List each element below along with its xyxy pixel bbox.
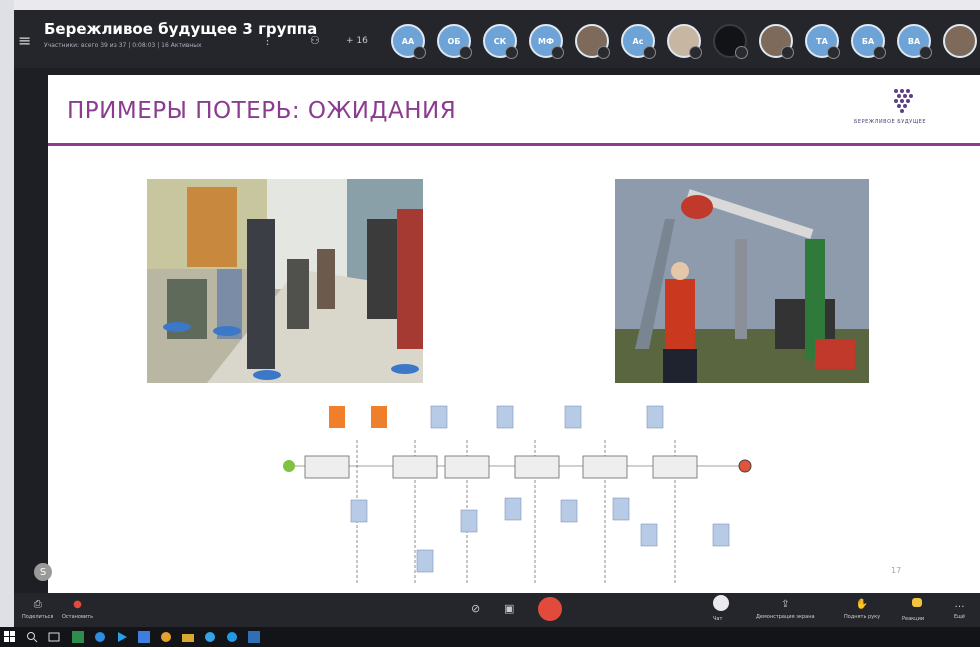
browser-icon[interactable]: [160, 631, 172, 643]
mic-icon: [597, 46, 610, 59]
participant-avatar[interactable]: АА: [391, 24, 426, 59]
video-call-window: ≡ Бережливое будущее 3 группа Участники:…: [14, 10, 980, 627]
participant-avatar-photo[interactable]: [713, 24, 748, 59]
avatar-initials: ТА: [816, 36, 828, 46]
mic-icon: [781, 46, 794, 59]
mic-icon: [505, 46, 518, 59]
screen-share-icon: ⇪: [781, 599, 790, 610]
mic-icon: [827, 46, 840, 59]
logo-text: БЕРЕЖЛИВОЕ БУДУЩЕЕ: [854, 119, 926, 125]
share-button[interactable]: ⎙ Поделиться: [22, 599, 53, 620]
hang-up-button[interactable]: [538, 597, 562, 621]
windows-start-icon[interactable]: [4, 631, 16, 643]
meeting-title: Бережливое будущее 3 группа: [44, 20, 318, 38]
more-button[interactable]: … Ещё: [954, 599, 965, 620]
screen-share-label: Демонстрация экрана: [756, 614, 815, 620]
participant-avatar-photo[interactable]: [575, 24, 610, 59]
mic-icon: [873, 46, 886, 59]
oil-pump-photo: [615, 179, 869, 383]
chat-icon[interactable]: [713, 595, 729, 611]
windows-taskbar: [0, 627, 980, 647]
raise-hand-button[interactable]: ✋ Поднять руку: [844, 599, 880, 620]
mic-icon: [413, 46, 426, 59]
avatar-initials: ОБ: [447, 36, 461, 46]
folder-icon[interactable]: [182, 631, 194, 643]
chat-button[interactable]: Чат: [713, 616, 722, 622]
share-icon: ⎙: [33, 599, 42, 610]
share-label: Поделиться: [22, 614, 54, 620]
skype-icon[interactable]: S: [34, 563, 52, 581]
participant-avatar[interactable]: ТА: [805, 24, 840, 59]
participant-avatar-photo[interactable]: [943, 24, 977, 58]
avatar-initials: АА: [401, 36, 415, 46]
mic-off-icon[interactable]: ⊘: [471, 602, 480, 615]
avatar-initials: Ас: [632, 36, 644, 46]
mic-icon: [735, 46, 748, 59]
search-icon[interactable]: [26, 631, 38, 643]
stop-button[interactable]: ● Остановить: [62, 599, 93, 620]
skype-taskbar-icon[interactable]: [226, 631, 238, 643]
more-icon: …: [954, 599, 965, 610]
edge-icon[interactable]: [94, 631, 106, 643]
record-stop-icon: ●: [73, 599, 82, 610]
mic-icon: [689, 46, 702, 59]
call-header: ≡ Бережливое будущее 3 группа Участники:…: [14, 10, 980, 68]
participant-avatar-photo[interactable]: [759, 24, 794, 59]
hand-icon: ✋: [855, 599, 869, 610]
screen-share-button[interactable]: ⇪ Демонстрация экрана: [756, 599, 815, 620]
mic-icon: [551, 46, 564, 59]
raise-hand-label: Поднять руку: [844, 614, 881, 620]
waiting-room-photo: [147, 179, 423, 383]
excel-icon[interactable]: [72, 631, 84, 643]
participant-avatar[interactable]: СК: [483, 24, 518, 59]
logo-icon: [894, 89, 913, 113]
media-icon[interactable]: [116, 631, 128, 643]
reactions-button[interactable]: Реакции: [902, 616, 924, 622]
task-view-icon[interactable]: [48, 631, 60, 643]
call-controls-bar: ⎙ Поделиться ● Остановить ⊘ ▣ Чат ⇪ Демо…: [14, 593, 980, 627]
more-options-icon[interactable]: ⋮: [262, 34, 273, 47]
reactions-icon: [912, 598, 922, 607]
participant-avatar[interactable]: ОБ: [437, 24, 472, 59]
participant-avatar-photo[interactable]: [667, 24, 702, 59]
process-flow-diagram: [275, 400, 765, 585]
stop-label: Остановить: [62, 614, 94, 620]
mic-icon: [459, 46, 472, 59]
shared-slide: ПРИМЕРЫ ПОТЕРЬ: ОЖИДАНИЯ БЕРЕЖЛИВОЕ БУДУ…: [48, 75, 980, 593]
participant-avatar[interactable]: ВА: [897, 24, 932, 59]
photos-icon[interactable]: [138, 631, 150, 643]
participant-avatar[interactable]: Ас: [621, 24, 656, 59]
extra-participants-count[interactable]: + 16: [346, 36, 368, 46]
meeting-subtitle: Участники: всего 39 из 37 | 0:08:03 | 16…: [44, 42, 202, 49]
camera-off-icon[interactable]: ▣: [504, 602, 514, 615]
participant-avatar[interactable]: БА: [851, 24, 886, 59]
more-label: Ещё: [954, 614, 965, 620]
participant-avatar[interactable]: МФ: [529, 24, 564, 59]
participants-icon[interactable]: ⚇: [310, 34, 320, 47]
mic-icon: [919, 46, 932, 59]
slide-title: ПРИМЕРЫ ПОТЕРЬ: ОЖИДАНИЯ: [67, 98, 457, 124]
avatar-initials: МФ: [538, 36, 554, 46]
app-icon[interactable]: [248, 631, 260, 643]
slide-page-number: 17: [891, 566, 902, 575]
avatar-initials: БА: [861, 36, 875, 46]
menu-icon[interactable]: ≡: [18, 31, 31, 50]
title-divider: [48, 143, 980, 146]
background-left: [0, 0, 14, 647]
mic-icon: [643, 46, 656, 59]
company-logo: БЕРЕЖЛИВОЕ БУДУЩЕЕ: [846, 81, 966, 143]
avatar-initials: СК: [493, 36, 507, 46]
ie-icon[interactable]: [204, 631, 216, 643]
avatar-initials: ВА: [907, 36, 921, 46]
